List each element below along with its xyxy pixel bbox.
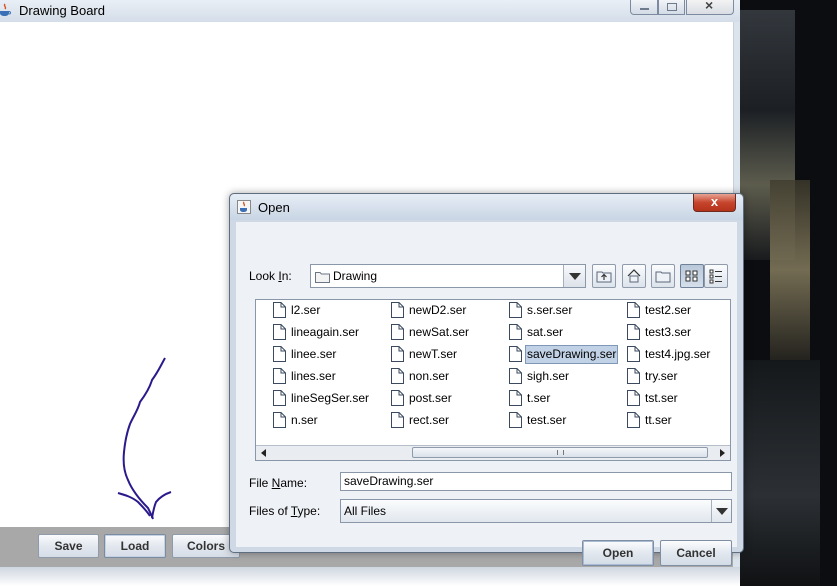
main-titlebar[interactable]: Drawing Board ×	[0, 0, 740, 22]
files-of-type-combo[interactable]: All Files	[340, 499, 732, 523]
list-view-button[interactable]	[680, 264, 704, 288]
open-button[interactable]: Open	[582, 540, 654, 566]
file-name-label: File Name:	[249, 476, 308, 490]
arrow-head-right	[151, 491, 172, 519]
horizontal-scrollbar[interactable]	[256, 445, 730, 460]
files-of-type-value: All Files	[344, 504, 387, 518]
home-icon	[627, 269, 641, 283]
file-icon	[627, 390, 640, 406]
files-of-type-label: Files of Type:	[249, 504, 321, 518]
folder-icon	[315, 272, 330, 283]
file-list[interactable]: l2.ser lineagain.ser linee.ser lines.ser…	[255, 299, 731, 461]
up-one-level-button[interactable]	[592, 264, 616, 288]
wallpaper-glow	[770, 180, 810, 360]
file-icon	[627, 302, 640, 318]
file-icon	[509, 368, 522, 384]
file-name-input[interactable]: saveDrawing.ser	[340, 472, 732, 491]
close-button[interactable]: ×	[686, 0, 734, 15]
load-button[interactable]: Load	[104, 534, 166, 558]
dialog-titlebar[interactable]: Open x	[230, 194, 743, 220]
dialog-title: Open	[258, 200, 290, 215]
file-icon	[391, 346, 404, 362]
file-icon	[509, 346, 522, 362]
file-icon	[273, 390, 286, 406]
details-view-button[interactable]	[704, 264, 728, 288]
file-icon	[391, 390, 404, 406]
file-icon	[627, 324, 640, 340]
list-view-icon	[685, 270, 698, 282]
file-icon	[273, 346, 286, 362]
open-dialog: Open x Look In: Drawing l2.ser lineagain…	[229, 193, 744, 566]
file-icon	[273, 368, 286, 384]
file-icon	[509, 324, 522, 340]
chevron-down-icon[interactable]	[711, 500, 731, 522]
maximize-button[interactable]	[658, 0, 685, 15]
scrollbar-thumb[interactable]	[412, 447, 708, 458]
close-icon: ×	[705, 0, 714, 13]
home-button[interactable]	[622, 264, 646, 288]
file-icon	[273, 302, 286, 318]
java-icon	[0, 3, 11, 16]
look-in-value: Drawing	[333, 269, 378, 283]
minimize-button[interactable]	[630, 0, 658, 15]
file-icon	[273, 324, 286, 340]
scroll-left-arrow-icon[interactable]	[257, 447, 271, 459]
main-window-title: Drawing Board	[19, 3, 105, 18]
file-icon	[391, 368, 404, 384]
dialog-close-button[interactable]: x	[693, 194, 736, 212]
details-view-icon	[709, 269, 722, 284]
new-folder-icon	[655, 271, 671, 283]
file-icon	[509, 390, 522, 406]
look-in-label: Look In:	[249, 269, 292, 283]
file-icon	[391, 324, 404, 340]
java-icon	[237, 200, 251, 214]
save-button[interactable]: Save	[38, 534, 99, 558]
new-folder-button[interactable]	[651, 264, 675, 288]
file-icon	[627, 368, 640, 384]
window-bottom-edge	[0, 567, 740, 586]
file-icon	[391, 302, 404, 318]
scroll-right-arrow-icon[interactable]	[715, 447, 729, 459]
dialog-body: Look In: Drawing l2.ser lineagain.ser li…	[236, 222, 737, 566]
file-icon	[391, 412, 404, 428]
arrow-stroke	[122, 357, 166, 520]
cancel-button[interactable]: Cancel	[660, 540, 732, 566]
up-one-level-icon	[596, 271, 612, 283]
file-icon	[273, 412, 286, 428]
close-icon: x	[710, 194, 719, 209]
file-icon	[509, 302, 522, 318]
wallpaper-glow	[740, 360, 820, 586]
file-icon	[627, 346, 640, 362]
file-icon	[509, 412, 522, 428]
file-icon	[627, 412, 640, 428]
look-in-dropdown-arrow[interactable]	[563, 265, 585, 287]
desktop-background	[735, 0, 837, 586]
look-in-combo[interactable]: Drawing	[310, 264, 586, 288]
